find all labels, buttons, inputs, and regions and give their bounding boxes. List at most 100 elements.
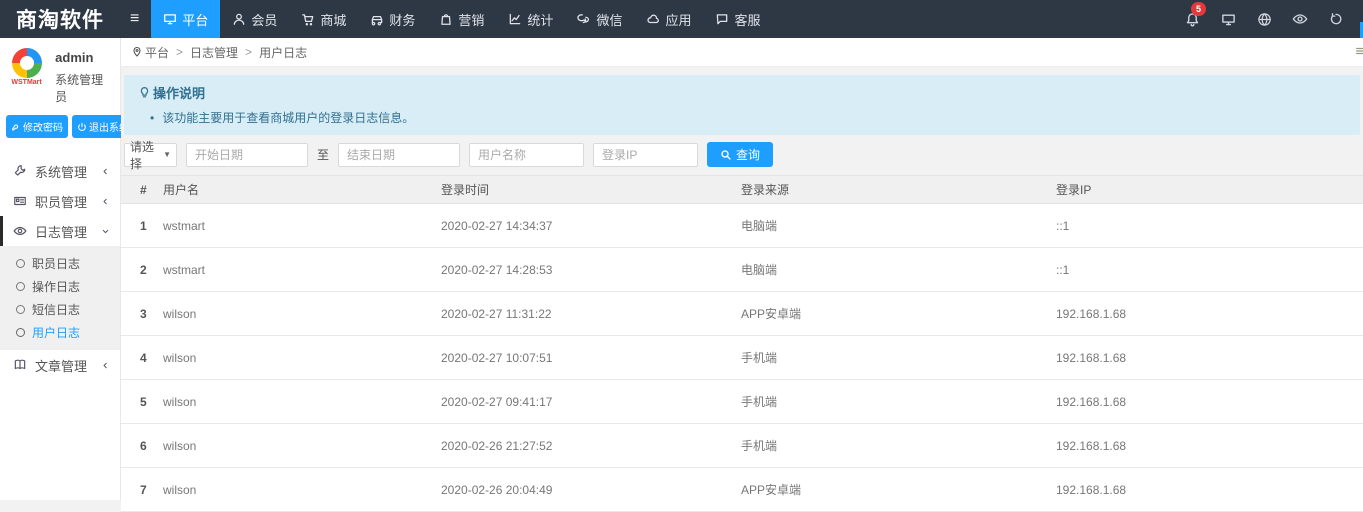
car-icon [370,12,384,26]
sidebar-item-user-log[interactable]: 用户日志 [0,321,120,344]
cell-username: wstmart [163,248,441,292]
start-date-input[interactable] [186,143,308,167]
sidebar-item-staff[interactable]: 职员管理 [0,186,120,216]
wstmart-logo: WSTMart [6,48,47,86]
sidebar-item-article[interactable]: 文章管理 [0,350,120,380]
nav-item-apps[interactable]: 应用 [634,0,703,38]
cell-login-ip: ::1 [1056,204,1363,248]
table-row[interactable]: 6 wilson 2020-02-26 21:27:52 手机端 192.168… [121,424,1363,468]
login-ip-input[interactable] [593,143,698,167]
cell-login-time: 2020-02-27 11:31:22 [441,292,741,336]
monitor-icon [163,12,177,26]
cell-username: wstmart [163,204,441,248]
col-login-time: 登录时间 [441,176,741,204]
sidebar-item-system[interactable]: 系统管理 [0,156,120,186]
type-select-value: 请选择 [130,138,163,172]
submenu-item-label: 操作日志 [32,278,80,295]
nav-item-mall[interactable]: 商城 [289,0,358,38]
sidebar-item-label: 日志管理 [35,222,87,241]
chart-icon [508,12,522,26]
breadcrumb-item[interactable]: 平台 [145,44,169,61]
globe-icon [1257,12,1272,27]
nav-item-label: 微信 [596,10,622,29]
logo-text: WSTMart [6,79,47,86]
circle-icon [16,259,25,268]
table-header-row: # 用户名 登录时间 登录来源 登录IP [121,176,1363,204]
cell-index: 4 [121,336,163,380]
logo-swirl-icon [12,48,42,78]
nav-item-platform[interactable]: 平台 [151,0,220,38]
eye-icon [1292,11,1308,27]
chevron-down-icon [101,227,110,236]
chevron-left-icon [101,361,110,370]
cell-login-source: 手机端 [741,380,1056,424]
preview-button[interactable] [1287,6,1313,32]
brand-logo: 商淘软件 [0,0,118,38]
sidebar-item-operation-log[interactable]: 操作日志 [0,275,120,298]
hamburger-icon[interactable]: ≡ [118,0,151,38]
idcard-icon [13,194,27,208]
sidebar-item-sms-log[interactable]: 短信日志 [0,298,120,321]
nav-item-service[interactable]: 客服 [703,0,772,38]
sidebar-menu: 系统管理职员管理日志管理职员日志操作日志短信日志用户日志文章管理 [0,156,120,380]
cell-username: wilson [163,336,441,380]
cell-login-time: 2020-02-27 14:34:37 [441,204,741,248]
submenu-item-label: 用户日志 [32,324,80,341]
monitor-button[interactable] [1215,6,1241,32]
main-content: 平台>日志管理>用户日志 操作说明 该功能主要用于查看商城用户的登录日志信息。 … [121,38,1363,500]
to-label: 至 [317,146,329,163]
notifications-button[interactable]: 5 [1179,6,1205,32]
breadcrumb: 平台 > 日志管理 > 用户日志 [145,44,307,61]
nav-item-label: 商城 [320,10,346,29]
monitor-icon [1221,12,1236,27]
search-button[interactable]: 查询 [707,142,773,167]
breadcrumb-bar: 平台 > 日志管理 > 用户日志 [121,38,1363,67]
cell-login-time: 2020-02-26 21:27:52 [441,424,741,468]
table-row[interactable]: 1 wstmart 2020-02-27 14:34:37 电脑端 ::1 [121,204,1363,248]
nav-item-finance[interactable]: 财务 [358,0,427,38]
globe-button[interactable] [1251,6,1277,32]
breadcrumb-item[interactable]: 日志管理 [190,44,238,61]
type-select[interactable]: 请选择 ▼ [124,143,177,167]
table-row[interactable]: 7 wilson 2020-02-26 20:04:49 APP安卓端 192.… [121,468,1363,512]
username: admin [55,50,114,65]
sidebar-item-logs[interactable]: 日志管理 [0,216,120,246]
bulb-icon [138,86,151,99]
cell-login-time: 2020-02-27 10:07:51 [441,336,741,380]
nav-item-label: 会员 [251,10,277,29]
cell-username: wilson [163,424,441,468]
submenu-logs: 职员日志操作日志短信日志用户日志 [0,246,120,350]
user-log-table: # 用户名 登录时间 登录来源 登录IP 1 wstmart 2020-02-2… [121,175,1363,512]
list-icon [1355,46,1363,56]
table-row[interactable]: 5 wilson 2020-02-27 09:41:17 手机端 192.168… [121,380,1363,424]
eye-icon [13,224,27,238]
nav-item-member[interactable]: 会员 [220,0,289,38]
sidebar-item-staff-log[interactable]: 职员日志 [0,252,120,275]
nav-item-label: 营销 [458,10,484,29]
user-icon [232,12,246,26]
cell-login-time: 2020-02-27 09:41:17 [441,380,741,424]
table-row[interactable]: 3 wilson 2020-02-27 11:31:22 APP安卓端 192.… [121,292,1363,336]
nav-item-wechat[interactable]: 微信 [565,0,634,38]
operation-note-box: 操作说明 该功能主要用于查看商城用户的登录日志信息。 [124,75,1360,135]
refresh-button[interactable] [1323,6,1349,32]
cell-login-ip: 192.168.1.68 [1056,292,1363,336]
end-date-input[interactable] [338,143,460,167]
sidebar-item-label: 文章管理 [35,356,87,375]
username-input[interactable] [469,143,584,167]
breadcrumb-separator: > [245,45,252,59]
cell-login-source: 电脑端 [741,248,1056,292]
table-row[interactable]: 4 wilson 2020-02-27 10:07:51 手机端 192.168… [121,336,1363,380]
table-row[interactable]: 2 wstmart 2020-02-27 14:28:53 电脑端 ::1 [121,248,1363,292]
cell-index: 3 [121,292,163,336]
nav-item-statistics[interactable]: 统计 [496,0,565,38]
col-login-source: 登录来源 [741,176,1056,204]
change-password-button[interactable]: 修改密码 [6,115,68,138]
user-role: 系统管理员 [55,71,114,105]
circle-icon [16,328,25,337]
submenu-item-label: 职员日志 [32,255,80,272]
breadcrumb-separator: > [176,45,183,59]
col-index: # [121,176,163,204]
nav-item-marketing[interactable]: 营销 [427,0,496,38]
breadcrumb-item[interactable]: 用户日志 [259,44,307,61]
